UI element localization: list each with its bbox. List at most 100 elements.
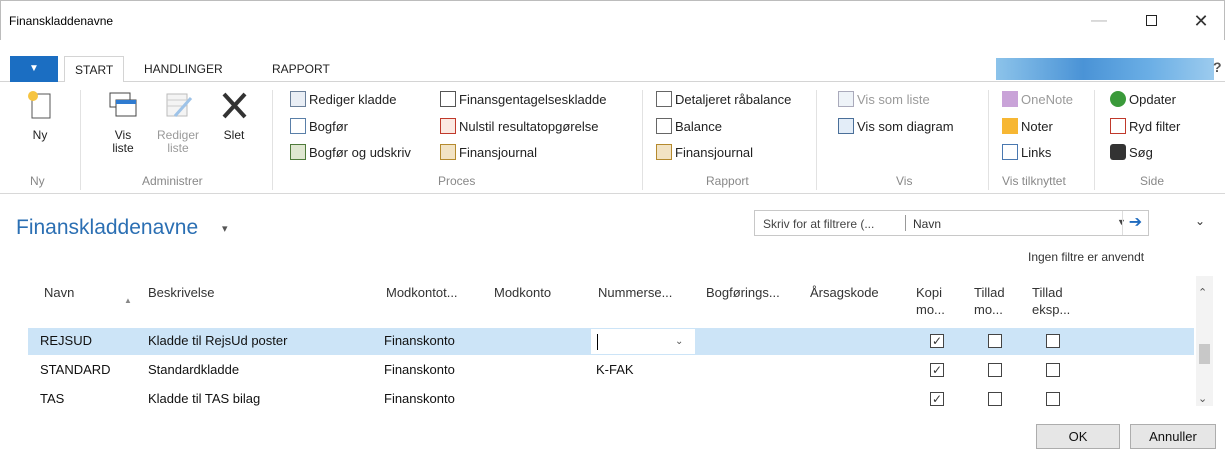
group-rapport-label: Rapport [706, 174, 749, 188]
list-view-icon [109, 92, 137, 117]
column-header-tillad-eksp[interactable]: Tillad eksp... [1032, 284, 1070, 318]
links-button[interactable]: Links [1002, 143, 1051, 163]
links-icon [1002, 144, 1018, 160]
onenote-button[interactable]: OneNote [1002, 90, 1073, 110]
header-label: mo... [916, 302, 945, 317]
separator [272, 90, 273, 190]
kopi-checkbox[interactable]: ✓ [930, 334, 944, 348]
scroll-thumb[interactable] [1199, 344, 1210, 364]
opdater-label: Opdater [1129, 92, 1176, 107]
tab-rapport[interactable]: RAPPORT [262, 56, 340, 82]
group-vis-label: Vis [896, 174, 913, 188]
noter-label: Noter [1021, 119, 1053, 134]
nulstil-resultatopgorelse-button[interactable]: Nulstil resultatopgørelse [440, 117, 598, 137]
group-vis-tilknyttet-label: Vis tilknyttet [1002, 174, 1066, 188]
tillad-mo-checkbox[interactable] [988, 334, 1002, 348]
apply-filter-arrow-icon[interactable]: ➔ [1122, 211, 1148, 235]
tab-handlinger[interactable]: HANDLINGER [134, 56, 233, 82]
post-icon [290, 118, 306, 134]
column-header-navn[interactable]: Navn [44, 284, 74, 301]
detaljeret-rabalance-button[interactable]: Detaljeret råbalance [656, 90, 791, 110]
delete-button[interactable]: Slet [214, 88, 254, 142]
collapse-chevron-icon[interactable]: ⌄ [1195, 214, 1205, 228]
page-title: Finanskladdenavne [16, 216, 199, 239]
scroll-up-icon[interactable]: ⌃ [1198, 286, 1207, 299]
balance-button[interactable]: Balance [656, 117, 722, 137]
column-header-beskrivelse[interactable]: Beskrivelse [148, 284, 214, 301]
tab-start[interactable]: START [64, 56, 125, 83]
group-administrer-label: Administrer [142, 174, 203, 188]
nummerserie-combobox[interactable]: ⌄ [590, 328, 696, 355]
ryd-filter-label: Ryd filter [1129, 119, 1181, 134]
kopi-checkbox[interactable]: ✓ [930, 363, 944, 377]
table-row[interactable]: TAS Kladde til TAS bilag Finanskonto ✓ [28, 386, 1194, 408]
ryd-filter-button[interactable]: Ryd filter [1110, 117, 1180, 137]
vis-liste-button[interactable]: Vis liste [98, 88, 148, 155]
column-header-arsagskode[interactable]: Årsagskode [810, 284, 879, 301]
scroll-down-icon[interactable]: ⌄ [1198, 392, 1207, 405]
cell-modkontotype: Finanskonto [384, 333, 455, 348]
sog-button[interactable]: Søg [1110, 143, 1153, 163]
help-icon[interactable]: ? [1213, 59, 1225, 77]
cancel-button[interactable]: Annuller [1130, 424, 1216, 449]
new-button[interactable]: Ny [20, 88, 60, 142]
journal-report-icon [440, 144, 456, 160]
chevron-down-icon[interactable]: ▾ [222, 222, 228, 235]
minimize-button[interactable]: — [1079, 7, 1119, 35]
chevron-down-icon[interactable]: ⌄ [675, 336, 683, 347]
list-view-icon [838, 91, 854, 107]
rediger-liste-button[interactable]: Rediger liste [152, 88, 204, 155]
vis-som-liste-label: Vis som liste [857, 92, 930, 107]
sog-label: Søg [1129, 145, 1153, 160]
table-row[interactable]: STANDARD Standardkladde Finanskonto K-FA… [28, 357, 1194, 384]
header-label: Årsagskode [810, 285, 879, 300]
vis-som-liste-button[interactable]: Vis som liste [838, 90, 930, 110]
column-header-modkontotype[interactable]: Modkontot... [386, 284, 458, 301]
edit-journal-icon [290, 91, 306, 107]
proces-finansjournal-label: Finansjournal [459, 145, 538, 160]
tillad-mo-checkbox[interactable] [988, 392, 1002, 406]
file-menu-button[interactable]: ▼ [10, 56, 58, 82]
filter-input[interactable]: Skriv for at filtrere (... Navn ▼ [754, 210, 1149, 236]
close-button[interactable]: ✕ [1181, 7, 1221, 35]
filter-field-select[interactable]: Navn [913, 217, 941, 231]
column-header-nummerserie[interactable]: Nummerse... [598, 284, 672, 301]
column-header-tillad-mo[interactable]: Tillad mo... [974, 284, 1005, 318]
edit-list-icon [166, 93, 193, 117]
tillad-eksp-checkbox[interactable] [1046, 334, 1060, 348]
column-header-modkonto[interactable]: Modkonto [494, 284, 551, 301]
noter-button[interactable]: Noter [1002, 117, 1053, 137]
bogfor-og-udskriv-label: Bogfør og udskriv [309, 145, 411, 160]
report-icon [656, 91, 672, 107]
rediger-kladde-button[interactable]: Rediger kladde [290, 90, 396, 110]
separator [988, 90, 989, 190]
vis-som-diagram-button[interactable]: Vis som diagram [838, 117, 954, 137]
vertical-scrollbar[interactable]: ⌃ ⌄ [1196, 276, 1213, 406]
bogfor-og-udskriv-button[interactable]: Bogfør og udskriv [290, 143, 411, 163]
finansgentagelseskladde-button[interactable]: Finansgentagelseskladde [440, 90, 606, 110]
chart-view-icon [838, 118, 854, 134]
sort-ascending-icon: ▲ [124, 296, 132, 305]
tillad-eksp-checkbox[interactable] [1046, 363, 1060, 377]
text-cursor [597, 334, 598, 350]
maximize-icon [1145, 15, 1157, 27]
tillad-eksp-checkbox[interactable] [1046, 392, 1060, 406]
group-ny-label: Ny [30, 174, 45, 188]
kopi-checkbox[interactable]: ✓ [930, 392, 944, 406]
maximize-button[interactable] [1131, 7, 1171, 35]
header-label: Navn [44, 285, 75, 300]
column-header-kopi[interactable]: Kopi mo... [916, 284, 945, 318]
links-label: Links [1021, 145, 1052, 160]
tillad-mo-checkbox[interactable] [988, 363, 1002, 377]
proces-finansjournal-button[interactable]: Finansjournal [440, 143, 537, 163]
detaljeret-label: Detaljeret råbalance [675, 92, 792, 107]
column-header-bogforingsdato[interactable]: Bogførings... [706, 284, 780, 301]
bogfor-button[interactable]: Bogfør [290, 117, 348, 137]
balance-label: Balance [675, 119, 722, 134]
separator [905, 215, 906, 231]
opdater-button[interactable]: Opdater [1110, 90, 1176, 110]
rapport-finansjournal-button[interactable]: Finansjournal [656, 143, 753, 163]
ok-button[interactable]: OK [1036, 424, 1120, 449]
table-row[interactable]: REJSUD Kladde til RejsUd poster Finansko… [28, 328, 1194, 355]
header-label: Bogførings... [706, 285, 780, 300]
